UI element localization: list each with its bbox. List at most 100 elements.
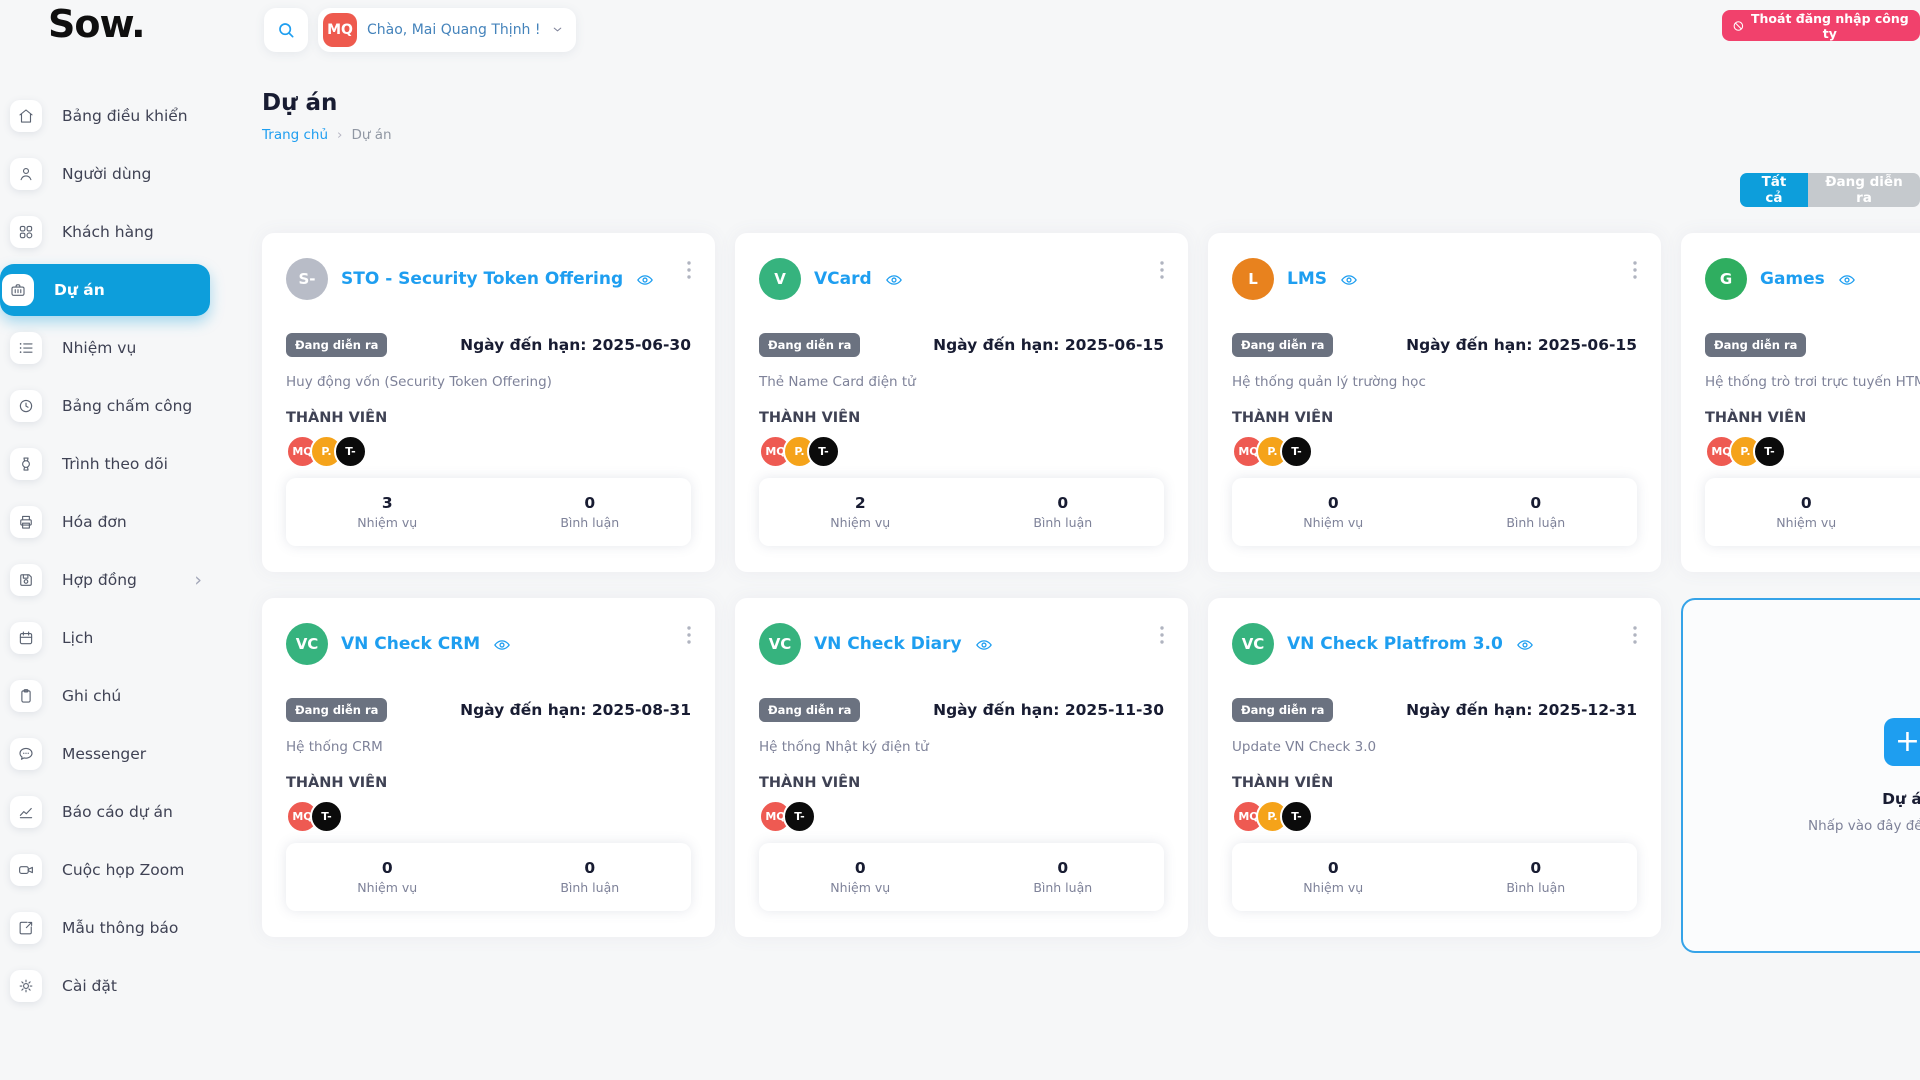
app-root: Sow. MQ Chào, Mai Quang Thịnh ! Thoát đă…: [0, 0, 1920, 1080]
sidebar-item-settings[interactable]: Cài đặt: [0, 957, 220, 1015]
kebab-menu-icon[interactable]: [1156, 257, 1168, 283]
due-date: Ngày đến hạn: 2025-08-31: [460, 701, 691, 719]
project-filters: Tất cả Đang diễn ra: [1740, 173, 1920, 207]
filter-ongoing-button[interactable]: Đang diễn ra: [1808, 173, 1920, 207]
kebab-menu-icon[interactable]: [1629, 257, 1641, 283]
tasks-count: 0: [286, 859, 489, 877]
kebab-menu-icon[interactable]: [1629, 622, 1641, 648]
user-greeting: Chào, Mai Quang Thịnh !: [367, 22, 541, 38]
eye-icon[interactable]: [1340, 271, 1358, 289]
sidebar-item-label: Lịch: [62, 629, 93, 647]
sidebar-item-label: Bảng chấm công: [62, 397, 192, 415]
sidebar-item-tracker[interactable]: Trình theo dõi: [0, 435, 220, 493]
status-badge: Đang diễn ra: [286, 333, 387, 357]
members-title: THÀNH VIÊN: [286, 410, 691, 426]
eye-icon[interactable]: [885, 271, 903, 289]
filter-all-button[interactable]: Tất cả: [1740, 173, 1808, 207]
sidebar-item-label: Trình theo dõi: [62, 455, 168, 473]
breadcrumb-current: Dự án: [351, 127, 391, 143]
members-row: MQP.T-: [286, 435, 691, 468]
project-description: Hệ thống quản lý trường học: [1232, 374, 1637, 390]
sidebar-item-timesheet[interactable]: Bảng chấm công: [0, 377, 220, 435]
project-title-link[interactable]: VCard: [814, 269, 872, 289]
sidebar-item-reports[interactable]: Báo cáo dự án: [0, 783, 220, 841]
add-project-button[interactable]: +: [1884, 718, 1920, 766]
sidebar-item-dashboard[interactable]: Bảng điều khiển: [0, 87, 220, 145]
kebab-menu-icon[interactable]: [1156, 622, 1168, 648]
brand-logo[interactable]: Sow.: [48, 2, 145, 46]
kebab-menu-icon[interactable]: [683, 622, 695, 648]
logout-company-button[interactable]: Thoát đăng nhập công ty: [1722, 10, 1920, 41]
project-description: Update VN Check 3.0: [1232, 739, 1637, 755]
chevron-down-icon: [551, 21, 564, 40]
stats-box: 0 Nhiệm vụ 0 Bình luận: [759, 843, 1164, 911]
member-avatar: T-: [1280, 435, 1313, 468]
member-avatar: T-: [807, 435, 840, 468]
sidebar-item-label: Cuộc họp Zoom: [62, 861, 184, 879]
sidebar-item-tasks[interactable]: Nhiệm vụ: [0, 319, 220, 377]
tasks-count: 3: [286, 494, 489, 512]
sidebar-item-contracts[interactable]: Hợp đồng ›: [0, 551, 220, 609]
tasks-count: 0: [1232, 859, 1435, 877]
status-badge: Đang diễn ra: [286, 698, 387, 722]
project-card: L LMS Đang diễn ra Ngày đến hạn: 2025-06…: [1208, 233, 1661, 572]
comments-count: 0: [1435, 859, 1638, 877]
clipboard-icon: [10, 680, 42, 712]
comments-count: 0: [489, 859, 692, 877]
sidebar-item-invoices[interactable]: Hóa đơn: [0, 493, 220, 551]
sidebar-item-zoom[interactable]: Cuộc họp Zoom: [0, 841, 220, 899]
eye-icon[interactable]: [975, 636, 993, 654]
due-date: Ngày đến hạn: 2025-12-31: [1406, 701, 1637, 719]
breadcrumb: Trang chủ › Dự án: [262, 127, 392, 143]
sidebar-item-label: Mẫu thông báo: [62, 919, 178, 937]
page-title: Dự án: [262, 90, 337, 116]
comments-label: Bình luận: [489, 515, 692, 530]
puzzle-icon: [10, 216, 42, 248]
project-title-link[interactable]: Games: [1760, 269, 1825, 289]
search-button[interactable]: [264, 8, 308, 52]
home-icon: [10, 100, 42, 132]
members-title: THÀNH VIÊN: [286, 775, 691, 791]
due-date: Ngày đến hạn: 2025-06-30: [460, 336, 691, 354]
logout-label: Thoát đăng nhập công ty: [1750, 11, 1910, 41]
sidebar-item-label: Nhiệm vụ: [62, 339, 136, 357]
user-icon: [10, 158, 42, 190]
eye-icon[interactable]: [493, 636, 511, 654]
sidebar-item-messenger[interactable]: Messenger: [0, 725, 220, 783]
status-badge: Đang diễn ra: [759, 333, 860, 357]
sidebar-item-templates[interactable]: Mẫu thông báo: [0, 899, 220, 957]
project-title-link[interactable]: STO - Security Token Offering: [341, 269, 623, 289]
project-description: Hệ thống Nhật ký điện tử: [759, 739, 1164, 755]
eye-icon[interactable]: [636, 271, 654, 289]
add-project-title: Dự án: [1882, 790, 1920, 808]
eye-icon[interactable]: [1838, 271, 1856, 289]
project-title-link[interactable]: LMS: [1287, 269, 1327, 289]
external-link-icon: [10, 912, 42, 944]
project-avatar: VC: [759, 623, 801, 665]
project-title-link[interactable]: VN Check Platfrom 3.0: [1287, 634, 1503, 654]
search-icon: [276, 20, 296, 40]
add-project-card[interactable]: + Dự án Nhấp vào đây để t: [1681, 598, 1920, 953]
kebab-menu-icon[interactable]: [683, 257, 695, 283]
member-avatar: T-: [334, 435, 367, 468]
status-badge: Đang diễn ra: [1232, 333, 1333, 357]
sidebar-item-projects[interactable]: Dự án: [0, 264, 210, 316]
breadcrumb-home-link[interactable]: Trang chủ: [262, 127, 328, 143]
member-avatar: T-: [783, 800, 816, 833]
members-row: MQP.T-: [1232, 435, 1637, 468]
calendar-icon: [10, 622, 42, 654]
project-description: Huy động vốn (Security Token Offering): [286, 374, 691, 390]
project-grid: S- STO - Security Token Offering Đang di…: [262, 233, 1920, 953]
sidebar-item-calendar[interactable]: Lịch: [0, 609, 220, 667]
project-title-link[interactable]: VN Check CRM: [341, 634, 480, 654]
comments-label: Bình luận: [489, 880, 692, 895]
project-title-link[interactable]: VN Check Diary: [814, 634, 962, 654]
chart-icon: [10, 796, 42, 828]
sidebar-item-users[interactable]: Người dùng: [0, 145, 220, 203]
stats-box: 3 Nhiệm vụ 0 Bình luận: [286, 478, 691, 546]
user-menu[interactable]: MQ Chào, Mai Quang Thịnh !: [318, 8, 576, 52]
sidebar-item-notes[interactable]: Ghi chú: [0, 667, 220, 725]
breadcrumb-separator: ›: [337, 127, 342, 143]
eye-icon[interactable]: [1516, 636, 1534, 654]
sidebar-item-customers[interactable]: Khách hàng: [0, 203, 220, 261]
